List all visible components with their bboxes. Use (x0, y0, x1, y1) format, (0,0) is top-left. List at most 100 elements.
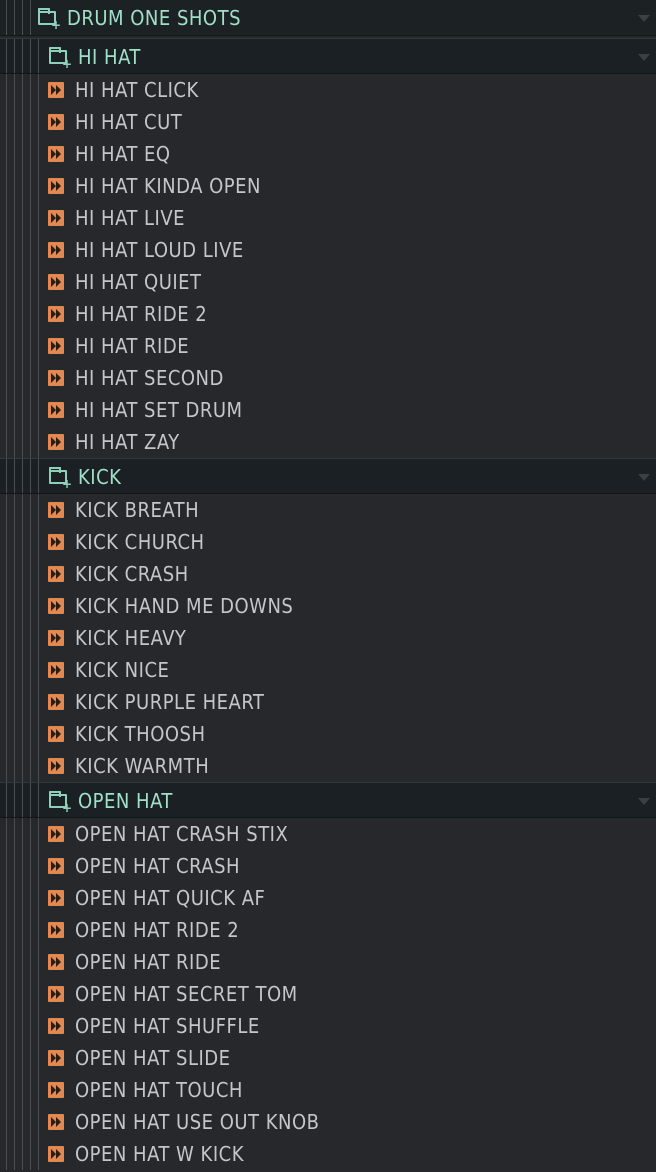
tree-guide-line (14, 298, 15, 330)
sample-item-label: KICK BREATH (75, 498, 200, 522)
tree-guide-line (38, 234, 39, 266)
sample-item-label: HI HAT RIDE 2 (75, 302, 208, 326)
sample-item[interactable]: HI HAT CUT (0, 106, 656, 138)
sample-item[interactable]: HI HAT QUIET (0, 266, 656, 298)
tree-guide-line (22, 362, 23, 394)
folder-plus-icon (49, 467, 72, 490)
tree-guide-line (38, 106, 39, 138)
tree-guide-line (6, 750, 7, 782)
folder-plus-icon (49, 791, 72, 814)
sample-item[interactable]: KICK CHURCH (0, 526, 656, 558)
sample-item[interactable]: KICK THOOSH (0, 718, 656, 750)
tree-guide-line (30, 1074, 31, 1106)
tree-guide-line (30, 718, 31, 750)
sample-item[interactable]: HI HAT RIDE (0, 330, 656, 362)
chevron-down-icon[interactable] (638, 15, 650, 22)
tree-guide-line (14, 138, 15, 170)
tree-guide-line (22, 1042, 23, 1074)
tree-guide-line (14, 750, 15, 782)
tree-guide-line (30, 1138, 31, 1170)
sample-item[interactable]: HI HAT SECOND (0, 362, 656, 394)
tree-guide-line (6, 0, 7, 35)
sample-item-label: OPEN HAT SHUFFLE (75, 1014, 260, 1038)
tree-guide-line (6, 74, 7, 106)
tree-guide-line (22, 1106, 23, 1138)
sample-item[interactable]: KICK PURPLE HEART (0, 686, 656, 718)
sample-item[interactable]: KICK HAND ME DOWNS (0, 590, 656, 622)
tree-guide-line (30, 818, 31, 850)
tree-guide-line (14, 1010, 15, 1042)
tree-guide-line (6, 170, 7, 202)
chevron-down-icon[interactable] (638, 474, 650, 481)
tree-guide-line (14, 106, 15, 138)
tree-guide-line (22, 558, 23, 590)
sample-item[interactable]: HI HAT LIVE (0, 202, 656, 234)
tree-guide-line (30, 362, 31, 394)
tree-guide-line (6, 362, 7, 394)
tree-guide-line (6, 558, 7, 590)
tree-guide-line (6, 850, 7, 882)
sample-item[interactable]: OPEN HAT SLIDE (0, 1042, 656, 1074)
tree-guide-line (22, 202, 23, 234)
folder-row-open-hat[interactable]: OPEN HAT (0, 782, 656, 818)
sample-item[interactable]: OPEN HAT SECRET TOM (0, 978, 656, 1010)
tree-guide-line (14, 850, 15, 882)
tree-guide-line (30, 850, 31, 882)
sample-item-label: KICK CHURCH (75, 530, 205, 554)
sample-item[interactable]: HI HAT RIDE 2 (0, 298, 656, 330)
sample-item[interactable]: KICK BREATH (0, 494, 656, 526)
tree-guide-line (38, 718, 39, 750)
sample-item-label: HI HAT ZAY (75, 430, 180, 454)
tree-guide-line (14, 590, 15, 622)
sample-item[interactable]: OPEN HAT CRASH (0, 850, 656, 882)
audio-sample-icon (48, 242, 64, 258)
sample-item-label: KICK HAND ME DOWNS (75, 594, 294, 618)
tree-guide-line (14, 654, 15, 686)
sample-item[interactable]: OPEN HAT CRASH STIX (0, 818, 656, 850)
tree-guide-line (30, 783, 31, 817)
tree-guide-line (14, 39, 15, 73)
tree-guide-line (38, 818, 39, 850)
tree-guide-line (22, 978, 23, 1010)
tree-guide-line (38, 750, 39, 782)
sample-item[interactable]: KICK WARMTH (0, 750, 656, 782)
folder-row-hi-hat[interactable]: HI HAT (0, 38, 656, 74)
tree-guide-line (6, 946, 7, 978)
tree-guide-line (22, 39, 23, 73)
sample-item[interactable]: KICK CRASH (0, 558, 656, 590)
sample-item[interactable]: OPEN HAT TOUCH (0, 1074, 656, 1106)
tree-guide-line (6, 426, 7, 458)
tree-guide-line (22, 394, 23, 426)
tree-guide-line (38, 494, 39, 526)
chevron-down-icon[interactable] (638, 798, 650, 805)
folder-row-drum-one-shots[interactable]: DRUM ONE SHOTS (0, 0, 656, 36)
sample-item[interactable]: HI HAT EQ (0, 138, 656, 170)
sample-item[interactable]: OPEN HAT USE OUT KNOB (0, 1106, 656, 1138)
sample-item[interactable]: OPEN HAT RIDE (0, 946, 656, 978)
sample-item[interactable]: OPEN HAT SHUFFLE (0, 1010, 656, 1042)
sample-item[interactable]: HI HAT SET DRUM (0, 394, 656, 426)
tree-guide-line (14, 946, 15, 978)
sample-item[interactable]: OPEN HAT RIDE 2 (0, 914, 656, 946)
tree-guide-line (6, 1074, 7, 1106)
sample-item[interactable]: HI HAT KINDA OPEN (0, 170, 656, 202)
sample-item[interactable]: HI HAT CLICK (0, 74, 656, 106)
tree-guide-line (14, 1042, 15, 1074)
tree-guide-line (30, 74, 31, 106)
tree-guide-line (14, 1106, 15, 1138)
sample-item[interactable]: HI HAT LOUD LIVE (0, 234, 656, 266)
audio-sample-icon (48, 178, 64, 194)
tree-guide-line (22, 718, 23, 750)
sample-item[interactable]: OPEN HAT W KICK (0, 1138, 656, 1170)
sample-item[interactable]: KICK NICE (0, 654, 656, 686)
tree-guide-line (30, 1106, 31, 1138)
sample-item[interactable]: KICK HEAVY (0, 622, 656, 654)
folder-row-kick[interactable]: KICK (0, 458, 656, 494)
sample-item[interactable]: HI HAT ZAY (0, 426, 656, 458)
chevron-down-icon[interactable] (638, 54, 650, 61)
sample-item[interactable]: OPEN HAT QUICK AF (0, 882, 656, 914)
tree-guide-line (14, 459, 15, 493)
tree-guide-line (14, 686, 15, 718)
tree-guide-line (30, 0, 31, 35)
sample-item-label: OPEN HAT SLIDE (75, 1046, 231, 1070)
